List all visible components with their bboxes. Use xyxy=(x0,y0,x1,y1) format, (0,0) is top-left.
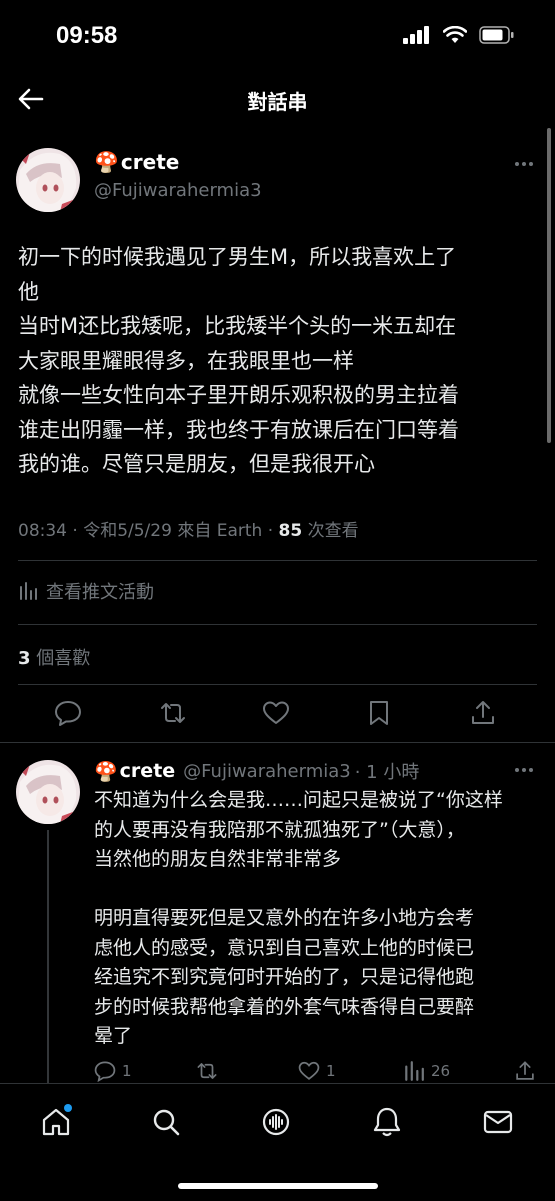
scrollbar[interactable] xyxy=(547,128,551,443)
reply-display-name: crete xyxy=(119,760,176,782)
heart-icon xyxy=(263,701,289,724)
more-icon[interactable] xyxy=(515,768,533,772)
share-icon xyxy=(516,1061,534,1080)
reply-line: 经追究不到究竟何时开始的了，只是记得他跑 xyxy=(94,966,475,988)
tweet-line: 当时M还比我矮呢，比我矮半个头的一米五却在 xyxy=(18,314,457,338)
tweet-timestamp: 08:34 · 令和5/5/29 來自 Earth · xyxy=(18,521,279,541)
tweet-text: 初一下的时候我遇见了男生M，所以我喜欢上了 他 当时M还比我矮呢，比我矮半个头的… xyxy=(18,240,538,482)
tweet-line: 初一下的时候我遇见了男生M，所以我喜欢上了 xyxy=(18,245,457,269)
cellular-signal-icon xyxy=(403,26,429,44)
reply-line: 虑他人的感受，意识到自己喜欢上他的时候已 xyxy=(94,936,475,959)
reply-icon xyxy=(55,701,81,726)
status-icons xyxy=(403,26,515,44)
reply-line: 明明直得要死但是又意外的在许多小地方会考 xyxy=(94,907,475,929)
view-activity-button[interactable]: 查看推文活動 xyxy=(18,578,154,604)
bell-icon xyxy=(373,1107,401,1137)
reply-line: 不知道为什么会是我……问起只是被说了“你这样 xyxy=(94,789,503,811)
avatar-image xyxy=(16,148,80,212)
reply-view-count: 26 xyxy=(431,1062,451,1080)
reply-line: 步的时候我帮他拿着的外套气味香得自己要醉 xyxy=(94,995,475,1018)
battery-icon xyxy=(479,26,514,44)
tab-messages[interactable] xyxy=(478,1102,518,1142)
reply-author-handle[interactable]: @Fujiwarahermia3 xyxy=(183,761,351,782)
bar-chart-icon xyxy=(405,1061,424,1081)
divider xyxy=(18,560,537,561)
tab-search[interactable] xyxy=(146,1102,186,1142)
avatar[interactable] xyxy=(16,760,80,824)
tweet-line: 他 xyxy=(18,279,39,304)
bar-chart-icon xyxy=(20,582,37,600)
author-handle[interactable]: @Fujiwarahermia3 xyxy=(94,180,262,201)
likes-number: 3 xyxy=(18,648,31,669)
page-title: 對話串 xyxy=(247,90,308,114)
reply-retweet-button[interactable] xyxy=(196,1060,218,1082)
tweet-actions xyxy=(0,696,555,730)
status-bar: 09:58 xyxy=(0,0,555,70)
notification-dot xyxy=(64,1104,72,1112)
wifi-icon xyxy=(443,26,467,43)
status-time: 09:58 xyxy=(56,22,118,49)
mushroom-emoji: 🍄 xyxy=(94,150,119,174)
author-display-name: crete xyxy=(120,150,180,174)
reply-share-button[interactable] xyxy=(514,1060,536,1082)
retweet-icon xyxy=(161,703,185,723)
avatar[interactable] xyxy=(16,148,80,212)
more-icon[interactable] xyxy=(515,162,533,166)
reply-line: 当然他的朋友自然非常非常多 xyxy=(94,848,342,870)
mail-icon xyxy=(483,1110,513,1134)
home-indicator xyxy=(178,1183,378,1189)
divider xyxy=(18,624,537,625)
reply-icon xyxy=(94,1061,116,1082)
bookmark-button[interactable] xyxy=(362,696,396,730)
reply-count: 1 xyxy=(122,1062,132,1080)
mushroom-emoji: 🍄 xyxy=(94,760,118,783)
reply-time: · 1 小時 xyxy=(354,762,420,783)
bookmark-icon xyxy=(370,701,388,725)
thread-connector-line xyxy=(47,830,49,1090)
retweet-button[interactable] xyxy=(156,696,190,730)
view-count: 85 xyxy=(278,521,303,541)
like-button[interactable] xyxy=(259,696,293,730)
retweet-icon xyxy=(197,1063,217,1079)
tab-home[interactable] xyxy=(36,1102,76,1142)
tweet-meta: 08:34 · 令和5/5/29 來自 Earth · 85 次查看 xyxy=(18,516,359,541)
avatar-image xyxy=(16,760,80,824)
reply-reply-button[interactable]: 1 xyxy=(94,1060,132,1082)
tweet-line: 大家眼里耀眼得多，在我眼里也一样 xyxy=(18,348,354,373)
share-icon xyxy=(472,701,494,724)
spaces-icon xyxy=(262,1108,290,1136)
reply-line: 的人要再没有我陪那不就孤独死了”（大意）， xyxy=(94,818,465,841)
tab-spaces[interactable] xyxy=(256,1102,296,1142)
tweet-line: 我的谁。尽管只是朋友，但是我很开心 xyxy=(18,452,375,476)
likes-count[interactable]: 3 個喜歡 xyxy=(18,644,90,670)
share-button[interactable] xyxy=(466,696,500,730)
activity-label: 查看推文活動 xyxy=(46,582,154,603)
reply-line: 晕了 xyxy=(94,1025,133,1047)
reply-views-button[interactable]: 26 xyxy=(403,1060,450,1082)
likes-label: 個喜歡 xyxy=(30,648,91,669)
reply-text: 不知道为什么会是我……问起只是被说了“你这样 的人要再没有我陪那不就孤独死了”（… xyxy=(94,786,544,1052)
reply-like-button[interactable]: 1 xyxy=(298,1060,336,1082)
search-icon xyxy=(153,1109,180,1136)
reply-like-count: 1 xyxy=(326,1062,336,1080)
reply-header: 🍄 crete @Fujiwarahermia3 · 1 小時 xyxy=(94,758,419,784)
reply-button[interactable] xyxy=(51,696,85,730)
author-name[interactable]: 🍄 crete xyxy=(94,150,179,174)
tweet-line: 谁走出阴霾一样，我也终于有放课后在门口等着 xyxy=(18,417,459,442)
nav-bar: 對話串 xyxy=(0,70,555,128)
reply-author-name[interactable]: 🍄 crete xyxy=(94,760,175,783)
view-label: 次查看 xyxy=(302,521,359,541)
tab-notifications[interactable] xyxy=(367,1102,407,1142)
divider xyxy=(0,742,555,743)
heart-icon xyxy=(298,1061,320,1080)
tweet-line: 就像一些女性向本子里开朗乐观积极的男主拉着 xyxy=(18,383,459,407)
divider xyxy=(18,684,537,685)
reply-line xyxy=(94,875,544,905)
